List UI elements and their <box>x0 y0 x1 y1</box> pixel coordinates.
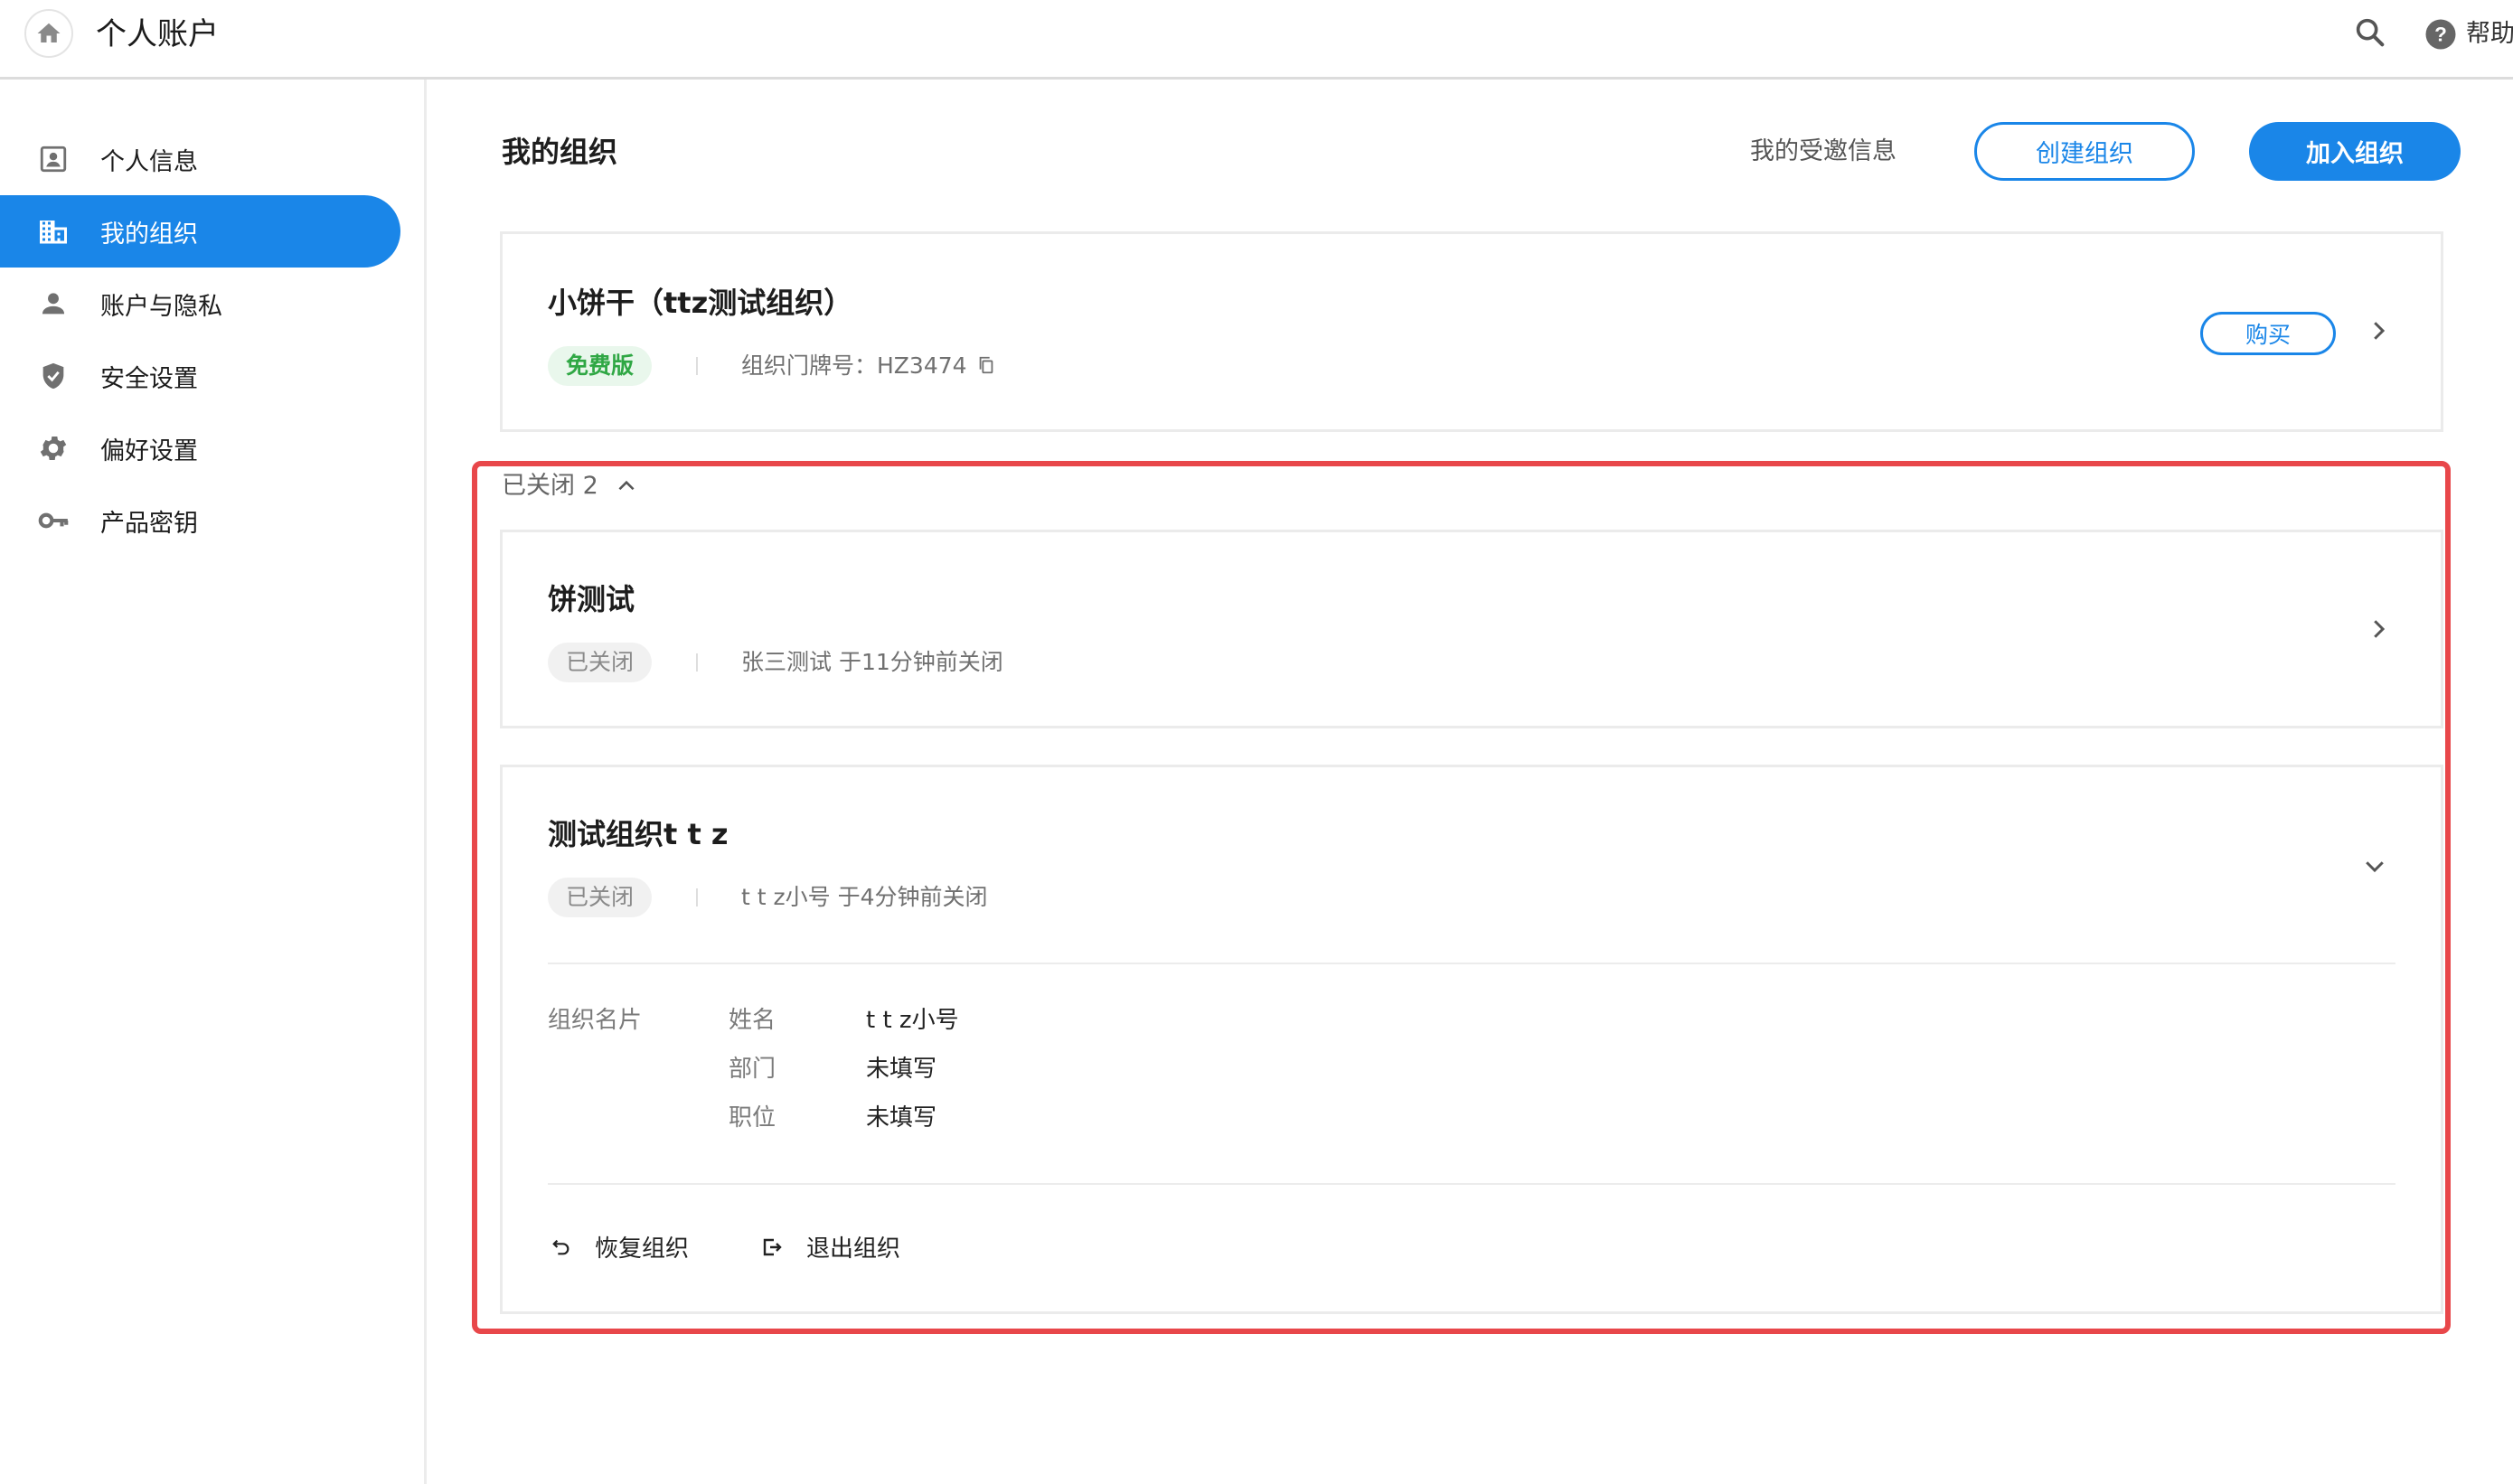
divider <box>696 653 698 672</box>
building-icon <box>36 214 71 249</box>
gear-icon <box>36 431 71 465</box>
key-icon <box>36 503 71 538</box>
search-button[interactable] <box>2352 14 2388 51</box>
closed-orgs-toggle[interactable]: 已关闭 2 <box>502 468 638 504</box>
sidebar-item-my-org[interactable]: 我的组织 <box>0 195 400 268</box>
sidebar-item-label: 安全设置 <box>100 364 198 393</box>
divider <box>696 888 698 906</box>
my-invitations-link[interactable]: 我的受邀信息 <box>1750 136 1897 168</box>
field-label-department: 部门 <box>729 1056 776 1083</box>
field-label-name: 姓名 <box>729 1007 776 1034</box>
app-title: 个人账户 <box>96 16 219 52</box>
field-value-position: 未填写 <box>866 1104 937 1132</box>
person-icon <box>36 286 71 321</box>
create-org-button[interactable]: 创建组织 <box>1974 122 2195 181</box>
chevron-down-icon[interactable] <box>2361 852 2388 879</box>
sidebar-item-label: 我的组织 <box>100 220 198 249</box>
status-badge: 已关闭 <box>548 878 653 917</box>
svg-text:?: ? <box>2434 23 2447 46</box>
org-card-section-label: 组织名片 <box>548 1007 643 1034</box>
undo-icon <box>552 1239 569 1254</box>
org-name: 饼测试 <box>548 582 635 616</box>
sidebar-item-product-key[interactable]: 产品密钥 <box>0 484 400 557</box>
divider <box>548 963 2395 964</box>
home-icon <box>37 23 61 42</box>
page-title: 我的组织 <box>502 135 618 169</box>
sidebar-item-label: 产品密钥 <box>100 509 198 538</box>
help-icon[interactable]: ? <box>2424 18 2457 51</box>
person-card-icon <box>36 142 71 176</box>
divider <box>696 357 698 375</box>
exit-icon <box>763 1238 782 1255</box>
sidebar-item-label: 个人信息 <box>100 147 198 176</box>
org-number-text: 组织门牌号：HZ3474 <box>741 352 967 379</box>
closed-orgs-label: 已关闭 2 <box>502 472 598 500</box>
sidebar-item-label: 偏好设置 <box>100 437 198 465</box>
sidebar-item-label: 账户与隐私 <box>100 292 222 321</box>
shield-icon <box>36 359 71 393</box>
field-value-department: 未填写 <box>866 1056 937 1083</box>
closed-info: t t z小号 于4分钟前关闭 <box>741 884 988 910</box>
org-name: 小饼干（ttz测试组织） <box>548 286 853 320</box>
plan-badge: 免费版 <box>548 346 653 386</box>
top-bar: 个人账户 ? 帮助 <box>0 0 2513 80</box>
leave-org-label: 退出组织 <box>806 1235 901 1263</box>
closed-org-card[interactable]: 饼测试 已关闭 张三测试 于11分钟前关闭 <box>500 530 2443 728</box>
restore-org-button[interactable]: 恢复组织 <box>551 1230 689 1263</box>
org-card[interactable]: 小饼干（ttz测试组织） 免费版 组织门牌号：HZ3474 购买 <box>500 231 2443 432</box>
restore-org-label: 恢复组织 <box>595 1235 690 1263</box>
status-badge: 已关闭 <box>548 643 653 682</box>
divider <box>548 1183 2395 1185</box>
sidebar-item-account-privacy[interactable]: 账户与隐私 <box>0 268 400 340</box>
chevron-up-icon <box>618 480 635 491</box>
buy-button[interactable]: 购买 <box>2200 312 2336 355</box>
sidebar-item-security[interactable]: 安全设置 <box>0 340 400 412</box>
org-number: 组织门牌号：HZ3474 <box>741 350 996 382</box>
sidebar-item-personal-info[interactable]: 个人信息 <box>0 123 400 195</box>
help-label[interactable]: 帮助 <box>2466 18 2513 51</box>
copy-icon[interactable] <box>976 354 996 376</box>
chevron-right-icon[interactable] <box>2365 317 2392 344</box>
sidebar-item-preferences[interactable]: 偏好设置 <box>0 412 400 484</box>
closed-org-card-expanded[interactable]: 测试组织t t z 已关闭 t t z小号 于4分钟前关闭 组织名片 姓名 t … <box>500 765 2443 1314</box>
chevron-right-icon[interactable] <box>2365 615 2392 643</box>
search-icon <box>2356 18 2385 47</box>
closed-info: 张三测试 于11分钟前关闭 <box>741 649 1003 675</box>
org-name: 测试组织t t z <box>548 817 729 851</box>
join-org-button[interactable]: 加入组织 <box>2249 122 2461 181</box>
leave-org-button[interactable]: 退出组织 <box>761 1230 900 1263</box>
home-button[interactable] <box>24 9 73 58</box>
field-label-position: 职位 <box>729 1104 776 1132</box>
sidebar: 个人信息 我的组织 账户与隐私 安全设置 偏好设置 产品密钥 <box>0 80 427 1484</box>
field-value-name: t t z小号 <box>866 1007 959 1034</box>
